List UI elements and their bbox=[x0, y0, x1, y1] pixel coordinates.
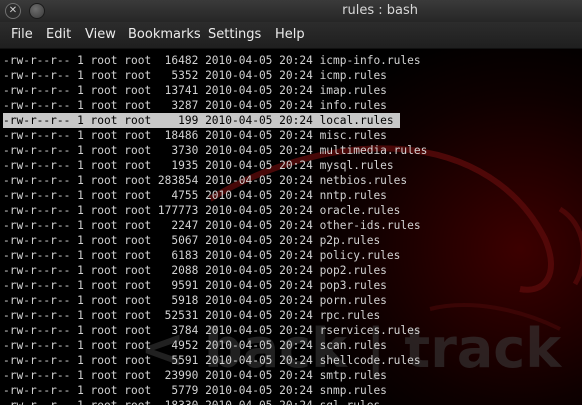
terminal-line-selected: -rw-r--r-- 1 root root 199 2010-04-05 20… bbox=[3, 113, 400, 128]
terminal-line-text: -rw-r--r-- 1 root root 5779 2010-04-05 2… bbox=[3, 384, 387, 397]
terminal-line-text: -rw-r--r-- 1 root root 3287 2010-04-05 2… bbox=[3, 99, 387, 112]
terminal-line: -rw-r--r-- 1 root root 9591 2010-04-05 2… bbox=[3, 278, 427, 293]
terminal-line: -rw-r--r-- 1 root root 4952 2010-04-05 2… bbox=[3, 338, 427, 353]
terminal-line: -rw-r--r-- 1 root root 23990 2010-04-05 … bbox=[3, 368, 427, 383]
terminal-line-text: -rw-r--r-- 1 root root 2088 2010-04-05 2… bbox=[3, 264, 387, 277]
terminal-line-text: -rw-r--r-- 1 root root 13741 2010-04-05 … bbox=[3, 84, 387, 97]
terminal-line-text: -rw-r--r-- 1 root root 5067 2010-04-05 2… bbox=[3, 234, 381, 247]
window-title: rules : bash bbox=[342, 3, 418, 18]
terminal-line-text: -rw-r--r-- 1 root root 5918 2010-04-05 2… bbox=[3, 294, 387, 307]
menu-bookmarks[interactable]: Bookmarks bbox=[128, 22, 201, 48]
terminal-line: -rw-r--r-- 1 root root 3287 2010-04-05 2… bbox=[3, 98, 427, 113]
terminal-line: -rw-r--r-- 1 root root 5918 2010-04-05 2… bbox=[3, 293, 427, 308]
terminal-lines: -rw-r--r-- 1 root root 16482 2010-04-05 … bbox=[3, 53, 427, 405]
terminal-output[interactable]: < back | track 5 -rw-r--r-- 1 root root … bbox=[0, 49, 582, 405]
menu-help[interactable]: Help bbox=[275, 22, 305, 48]
terminal-line: -rw-r--r-- 1 root root 52531 2010-04-05 … bbox=[3, 308, 427, 323]
terminal-line-text: -rw-r--r-- 1 root root 3730 2010-04-05 2… bbox=[3, 144, 428, 157]
terminal-line-text: -rw-r--r-- 1 root root 23990 2010-04-05 … bbox=[3, 369, 387, 382]
terminal-line-text: -rw-r--r-- 1 root root 6183 2010-04-05 2… bbox=[3, 249, 401, 262]
terminal-line: -rw-r--r-- 1 root root 13741 2010-04-05 … bbox=[3, 83, 427, 98]
terminal-line: -rw-r--r-- 1 root root 2247 2010-04-05 2… bbox=[3, 218, 427, 233]
terminal-line: -rw-r--r-- 1 root root 6183 2010-04-05 2… bbox=[3, 248, 427, 263]
terminal-line: -rw-r--r-- 1 root root 4755 2010-04-05 2… bbox=[3, 188, 427, 203]
terminal-line-text: -rw-r--r-- 1 root root 9591 2010-04-05 2… bbox=[3, 279, 387, 292]
terminal-line: -rw-r--r-- 1 root root 199 2010-04-05 20… bbox=[3, 113, 427, 128]
terminal-line: -rw-r--r-- 1 root root 3784 2010-04-05 2… bbox=[3, 323, 427, 338]
terminal-line-text: -rw-r--r-- 1 root root 177773 2010-04-05… bbox=[3, 204, 401, 217]
terminal-line: -rw-r--r-- 1 root root 5591 2010-04-05 2… bbox=[3, 353, 427, 368]
terminal-line-text: -rw-r--r-- 1 root root 3784 2010-04-05 2… bbox=[3, 324, 421, 337]
menu-file[interactable]: File bbox=[11, 22, 33, 48]
terminal-line-text: -rw-r--r-- 1 root root 18486 2010-04-05 … bbox=[3, 129, 387, 142]
menu-bar: File Edit View Bookmarks Settings Help bbox=[0, 22, 582, 49]
terminal-window: ✕ rules : bash File Edit View Bookmarks … bbox=[0, 0, 582, 405]
terminal-line-text: -rw-r--r-- 1 root root 283854 2010-04-05… bbox=[3, 174, 408, 187]
terminal-line: -rw-r--r-- 1 root root 5352 2010-04-05 2… bbox=[3, 68, 427, 83]
terminal-line: -rw-r--r-- 1 root root 2088 2010-04-05 2… bbox=[3, 263, 427, 278]
title-bar[interactable]: ✕ rules : bash bbox=[0, 0, 582, 22]
terminal-line-text: -rw-r--r-- 1 root root 4952 2010-04-05 2… bbox=[3, 339, 387, 352]
menu-view[interactable]: View bbox=[85, 22, 116, 48]
terminal-line: -rw-r--r-- 1 root root 1935 2010-04-05 2… bbox=[3, 158, 427, 173]
terminal-line: -rw-r--r-- 1 root root 18486 2010-04-05 … bbox=[3, 128, 427, 143]
terminal-line: -rw-r--r-- 1 root root 177773 2010-04-05… bbox=[3, 203, 427, 218]
terminal-line: -rw-r--r-- 1 root root 3730 2010-04-05 2… bbox=[3, 143, 427, 158]
terminal-line-text: -rw-r--r-- 1 root root 1935 2010-04-05 2… bbox=[3, 159, 394, 172]
terminal-line-text: -rw-r--r-- 1 root root 18330 2010-04-05 … bbox=[3, 399, 380, 405]
terminal-line-text: -rw-r--r-- 1 root root 5591 2010-04-05 2… bbox=[3, 354, 421, 367]
terminal-line-text: -rw-r--r-- 1 root root 16482 2010-04-05 … bbox=[3, 54, 421, 67]
menu-edit[interactable]: Edit bbox=[46, 22, 71, 48]
menu-settings[interactable]: Settings bbox=[208, 22, 261, 48]
terminal-line: -rw-r--r-- 1 root root 283854 2010-04-05… bbox=[3, 173, 427, 188]
terminal-line-text: -rw-r--r-- 1 root root 5352 2010-04-05 2… bbox=[3, 69, 387, 82]
terminal-line: -rw-r--r-- 1 root root 5067 2010-04-05 2… bbox=[3, 233, 427, 248]
terminal-line: -rw-r--r-- 1 root root 18330 2010-04-05 … bbox=[3, 398, 427, 405]
terminal-line: -rw-r--r-- 1 root root 16482 2010-04-05 … bbox=[3, 53, 427, 68]
terminal-line-text: -rw-r--r-- 1 root root 2247 2010-04-05 2… bbox=[3, 219, 421, 232]
terminal-line-text: -rw-r--r-- 1 root root 4755 2010-04-05 2… bbox=[3, 189, 387, 202]
terminal-line-text: -rw-r--r-- 1 root root 52531 2010-04-05 … bbox=[3, 309, 381, 322]
terminal-line: -rw-r--r-- 1 root root 5779 2010-04-05 2… bbox=[3, 383, 427, 398]
